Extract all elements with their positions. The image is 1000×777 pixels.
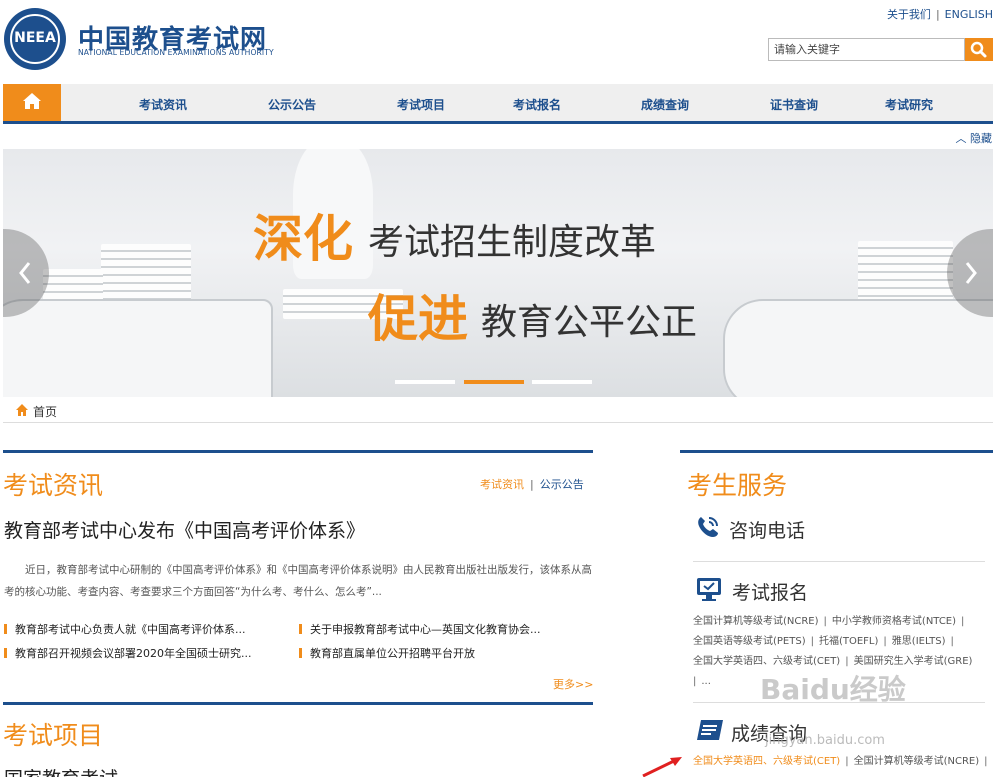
carousel-dot[interactable]: [532, 380, 592, 384]
nav-item-registration[interactable]: 考试报名: [513, 96, 561, 113]
section-divider: [680, 450, 993, 453]
exam-projects-subtitle: 国家教育考试: [4, 764, 118, 777]
nav-item-certificates[interactable]: 证书查询: [770, 96, 818, 113]
breadcrumb: 首页: [3, 398, 993, 423]
services-section-title: 考生服务: [687, 471, 788, 500]
nav-home-button[interactable]: [3, 84, 61, 121]
baidu-watermark: Baidu经验: [760, 673, 906, 706]
score-report-icon: [697, 720, 723, 740]
news-summary: 近日，教育部考试中心研制的《中国高考评价体系》和《中国高考评价体系说明》由人民教…: [4, 564, 592, 598]
news-headline[interactable]: 教育部考试中心发布《中国高考评价体系》: [4, 516, 365, 543]
home-icon: [16, 404, 28, 416]
exam-link[interactable]: 全国计算机等级考试(NCRE): [854, 756, 980, 767]
exam-projects-section-title: 考试项目: [3, 721, 104, 750]
registration-link[interactable]: 考试报名: [732, 578, 808, 605]
monitor-check-icon: [697, 578, 721, 601]
carousel-prev-button[interactable]: [3, 229, 49, 317]
banner-headline-highlight-1: 深化: [253, 210, 353, 268]
news-list-item[interactable]: 关于申报教育部考试中心—英国文化教育协会...: [299, 621, 541, 637]
neea-logo[interactable]: NEEA: [4, 8, 66, 70]
nav-item-notices[interactable]: 公示公告: [268, 96, 316, 113]
exam-link[interactable]: 中小学教师资格考试(NTCE): [832, 616, 956, 627]
divider: [693, 561, 985, 562]
watermark-url: jingyan.baidu.com: [765, 733, 885, 748]
tab-notices[interactable]: 公示公告: [540, 478, 584, 491]
chevron-left-icon: [19, 262, 31, 284]
top-links: 关于我们 | ENGLISH: [886, 8, 993, 21]
home-icon: [23, 93, 41, 109]
exam-link[interactable]: 雅思(IELTS): [892, 636, 946, 647]
nav-item-exams[interactable]: 考试项目: [397, 96, 445, 113]
exam-link-cet[interactable]: 全国大学英语四、六级考试(CET): [693, 756, 840, 767]
score-exam-links: 全国大学英语四、六级考试(CET) | 全国计算机等级考试(NCRE) |: [693, 756, 988, 767]
exam-link[interactable]: 全国计算机等级考试(NCRE): [693, 616, 819, 627]
chevron-up-icon: ︿: [955, 132, 967, 145]
site-subtitle: NATIONAL EDUCATION EXAMINATIONS AUTHORIT…: [78, 48, 274, 57]
nav-item-news[interactable]: 考试资讯: [139, 96, 187, 113]
section-divider: [3, 450, 593, 453]
carousel-dot[interactable]: [464, 380, 524, 384]
news-tabs: 考试资讯 | 公示公告: [480, 478, 584, 491]
red-arrow-annotation: [642, 757, 682, 777]
search-input[interactable]: [768, 38, 965, 61]
exam-link[interactable]: 托福(TOEFL): [819, 636, 878, 647]
carousel-dot[interactable]: [395, 380, 455, 384]
paper-stack-decoration: [101, 244, 191, 304]
exam-link[interactable]: 全国英语等级考试(PETS): [693, 636, 806, 647]
banner-headline-1: 考试招生制度改革: [368, 222, 657, 263]
exam-link[interactable]: 全国大学英语四、六级考试(CET): [693, 656, 840, 667]
banner-carousel[interactable]: 深化 考试招生制度改革 促进 教育公平公正: [3, 149, 993, 397]
paper-stack-decoration: [858, 241, 953, 303]
nav-item-research[interactable]: 考试研究: [885, 96, 933, 113]
phone-icon: [698, 517, 718, 537]
news-list-item[interactable]: 教育部召开视频会议部署2020年全国硕士研究...: [4, 645, 251, 661]
more-news-link[interactable]: 更多>>: [553, 676, 593, 692]
more-exams-link[interactable]: ...: [701, 676, 711, 687]
main-nav: 考试资讯 公示公告 考试项目 考试报名 成绩查询 证书查询 考试研究: [3, 84, 993, 124]
section-divider: [3, 702, 593, 705]
site-header: NEEA 中国教育考试网 NATIONAL EDUCATION EXAMINAT…: [0, 0, 1000, 84]
banner-headline-highlight-2: 促进: [368, 290, 468, 348]
search-icon: [970, 41, 987, 58]
search-button[interactable]: [965, 38, 993, 61]
news-list-item[interactable]: 教育部考试中心负责人就《中国高考评价体系...: [4, 621, 246, 637]
banner-headline-2: 教育公平公正: [481, 302, 698, 343]
carousel-next-button[interactable]: [947, 229, 993, 317]
collapse-banner-toggle[interactable]: ︿ 隐藏: [956, 130, 993, 146]
chevron-right-icon: [965, 262, 977, 284]
exam-link[interactable]: 美国研究生入学考试(GRE): [854, 656, 973, 667]
nav-item-scores[interactable]: 成绩查询: [641, 96, 689, 113]
breadcrumb-home-link[interactable]: 首页: [33, 403, 57, 420]
english-link[interactable]: ENGLISH: [945, 8, 993, 21]
hotline-link[interactable]: 咨询电话: [729, 516, 805, 543]
news-list-item[interactable]: 教育部直属单位公开招聘平台开放: [299, 645, 475, 661]
news-section-title: 考试资讯: [3, 471, 104, 500]
about-us-link[interactable]: 关于我们: [887, 8, 931, 21]
tab-news[interactable]: 考试资讯: [480, 478, 524, 491]
